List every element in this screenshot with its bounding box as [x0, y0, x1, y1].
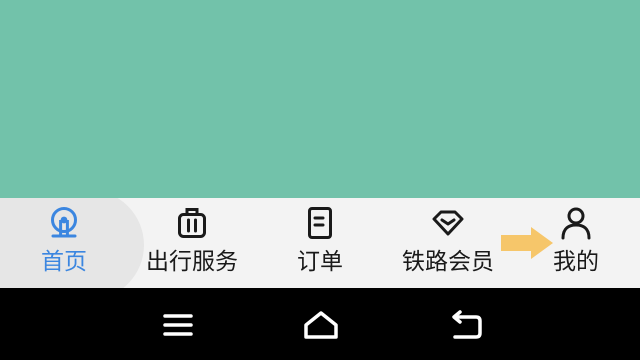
- tab-orders[interactable]: 订单: [256, 198, 384, 288]
- railway-logo-icon: [51, 207, 77, 238]
- menu-icon[interactable]: [158, 308, 198, 342]
- app-screen: 首页 出行服务 订单 铁路会员 我的: [0, 0, 640, 360]
- tab-travel-services[interactable]: 出行服务: [128, 198, 256, 288]
- home-icon[interactable]: [301, 308, 341, 342]
- diamond-icon: [432, 210, 464, 236]
- luggage-icon: [178, 208, 206, 238]
- person-icon: [561, 207, 591, 240]
- order-document-icon: [308, 207, 332, 239]
- back-icon[interactable]: [446, 308, 486, 342]
- tab-travel-services-label: 出行服务: [146, 249, 238, 275]
- tab-home[interactable]: 首页: [0, 198, 128, 288]
- system-navigation-bar: [0, 288, 640, 360]
- tab-railway-member[interactable]: 铁路会员: [384, 198, 512, 288]
- tab-orders-label: 订单: [297, 249, 343, 275]
- tab-railway-member-label: 铁路会员: [402, 249, 494, 275]
- content-area: [0, 0, 640, 198]
- tab-home-label: 首页: [41, 249, 87, 275]
- arrow-right-hint-icon: [501, 227, 553, 259]
